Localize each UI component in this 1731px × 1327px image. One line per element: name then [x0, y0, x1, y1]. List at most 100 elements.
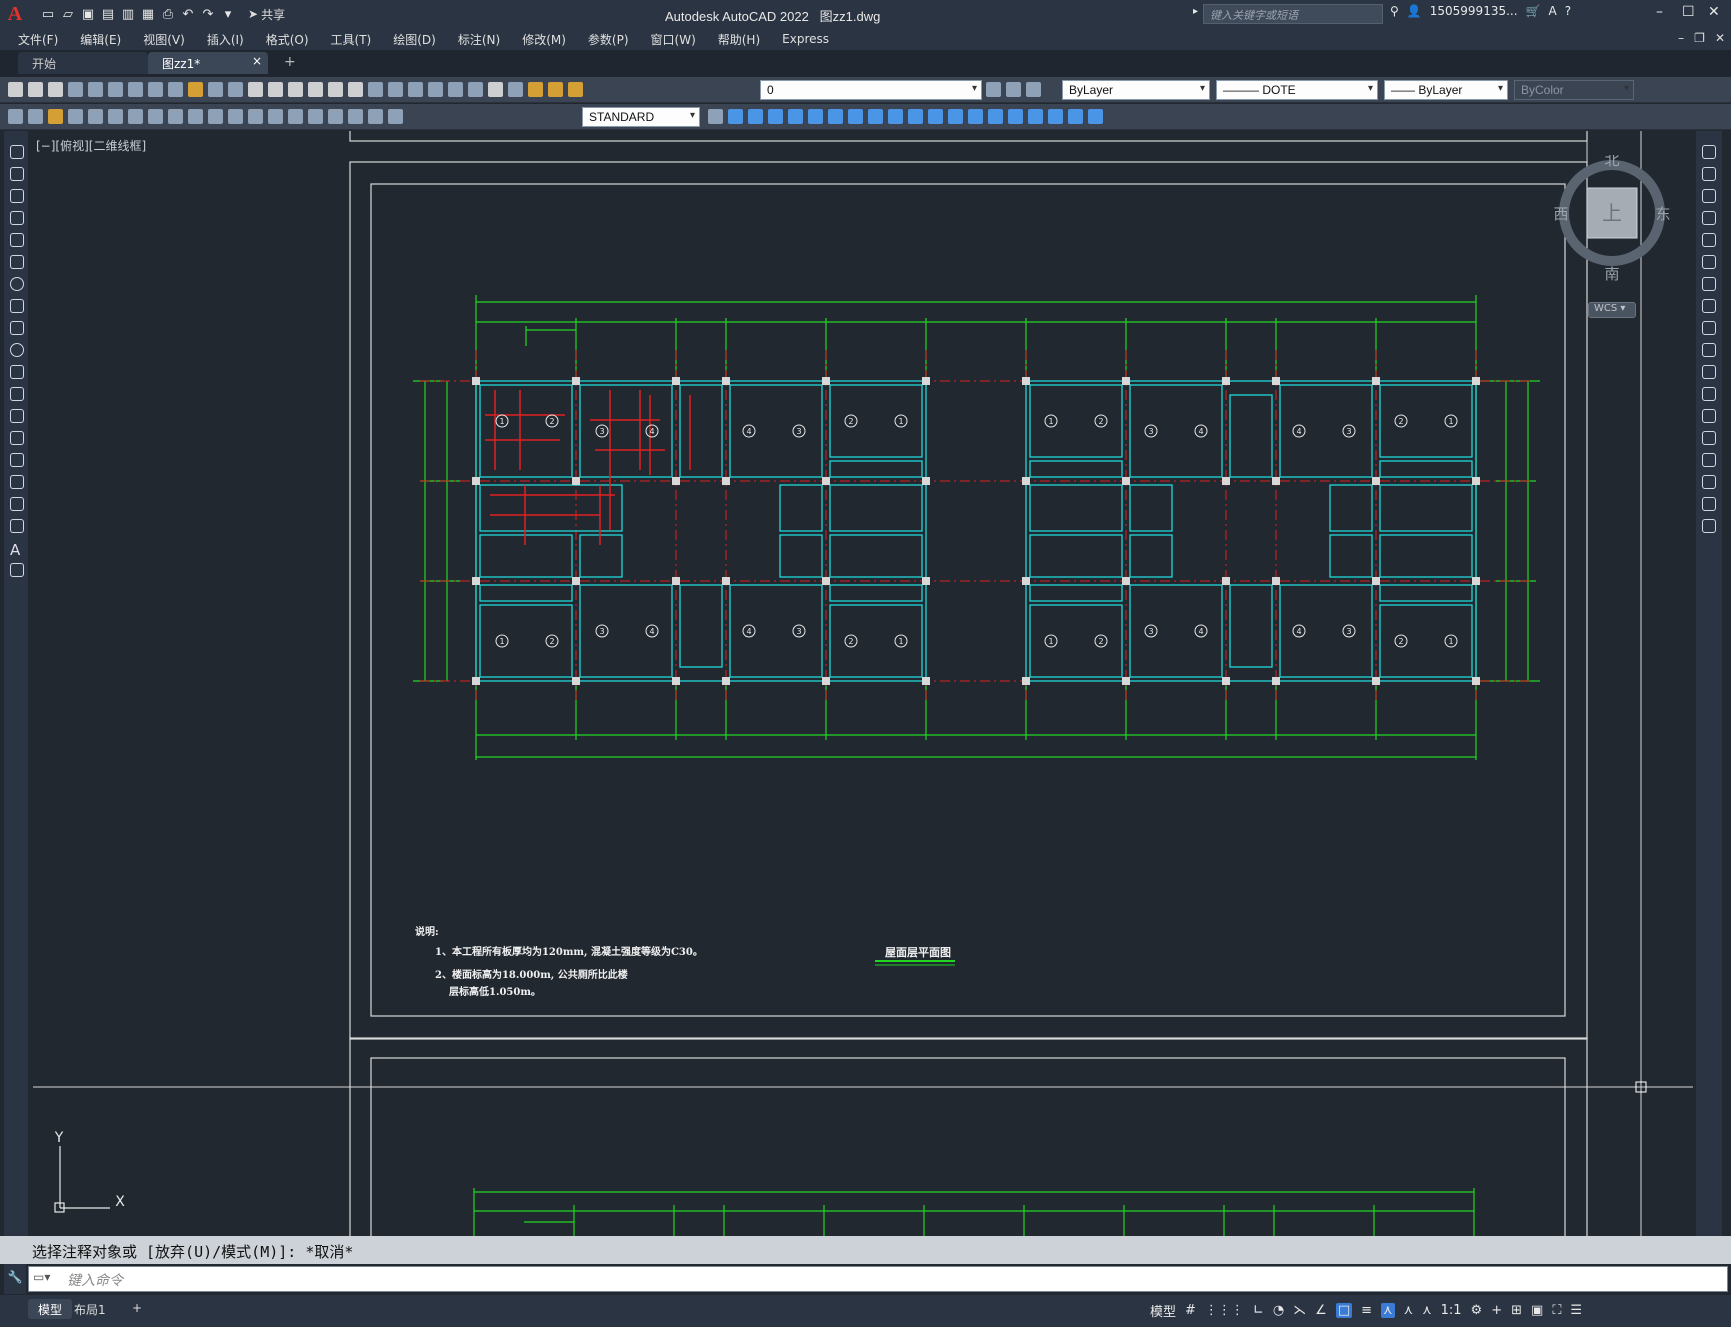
menu-dimension[interactable]: 标注(N): [458, 31, 500, 48]
linetype-dropdown[interactable]: ——— DOTE ▾: [1216, 80, 1378, 100]
blend-icon[interactable]: [1702, 497, 1716, 511]
union-icon[interactable]: [888, 109, 903, 124]
cylinder-icon[interactable]: [1048, 109, 1063, 124]
compass-north[interactable]: 北: [1604, 151, 1619, 169]
zoom-window-icon[interactable]: [328, 82, 343, 97]
publish-tb-icon[interactable]: [108, 82, 123, 97]
extrude-icon[interactable]: [788, 109, 803, 124]
markup-icon[interactable]: [448, 82, 463, 97]
viewport-controls[interactable]: [−][俯视][二维线框]: [36, 137, 146, 154]
dim-ordinate-icon[interactable]: [68, 109, 83, 124]
save-icon[interactable]: ▣: [80, 6, 96, 22]
add-layout-icon[interactable]: +: [122, 1299, 152, 1319]
properties-icon[interactable]: [368, 82, 383, 97]
menu-format[interactable]: 格式(O): [266, 31, 309, 48]
arc-icon[interactable]: [10, 255, 24, 269]
layer-freeze-icon[interactable]: [548, 82, 563, 97]
inspection-icon[interactable]: [308, 109, 323, 124]
tab-layout1[interactable]: 布局1: [64, 1299, 116, 1319]
menu-parametric[interactable]: 参数(P): [588, 31, 629, 48]
fullscreen-icon[interactable]: ⛶: [1552, 1303, 1561, 1318]
dimstyle-dropdown[interactable]: STANDARD ▾: [582, 107, 700, 127]
dim-baseline-icon[interactable]: [188, 109, 203, 124]
layer-previous-icon[interactable]: [1006, 82, 1021, 97]
dim-update-icon[interactable]: [388, 109, 403, 124]
dim-continue-icon[interactable]: [208, 109, 223, 124]
layer-properties-icon[interactable]: [508, 82, 523, 97]
drawing-canvas[interactable]: 1 2 3 4 4 3 2 1 1 2 3 4 4 3 2 1 1 2 3 4 …: [33, 131, 1693, 1236]
copy-icon[interactable]: [168, 82, 183, 97]
color-dropdown[interactable]: ByLayer ▾: [1062, 80, 1210, 100]
zoom-previous-icon[interactable]: [348, 82, 363, 97]
annotation-monitor-icon[interactable]: +: [1491, 1303, 1502, 1318]
user-account[interactable]: 1505999135...: [1430, 4, 1518, 18]
sheet-set-icon[interactable]: [428, 82, 443, 97]
paste-icon[interactable]: [188, 82, 203, 97]
grid-icon[interactable]: #: [1185, 1303, 1196, 1318]
close-icon[interactable]: ✕: [1708, 4, 1720, 20]
presspull-icon[interactable]: [808, 109, 823, 124]
osnap-icon[interactable]: □: [1335, 1303, 1353, 1318]
preview-icon[interactable]: [88, 82, 103, 97]
sweep-icon[interactable]: [828, 109, 843, 124]
annotation-scale-icon[interactable]: ⋏: [1422, 1303, 1432, 1318]
trim-icon[interactable]: [1702, 343, 1716, 357]
annotation-scale-value[interactable]: 1:1: [1441, 1303, 1462, 1318]
quickcalc-icon[interactable]: [468, 82, 483, 97]
hatch-icon[interactable]: [10, 453, 24, 467]
extend-icon[interactable]: [1702, 365, 1716, 379]
add-selected-icon[interactable]: [10, 563, 24, 577]
polar-icon[interactable]: ◔: [1273, 1303, 1284, 1318]
wedge-icon[interactable]: [988, 109, 1003, 124]
point-icon[interactable]: [10, 431, 24, 445]
autocad-logo-icon[interactable]: A: [0, 0, 30, 28]
fillet-icon[interactable]: [1702, 475, 1716, 489]
undo-icon[interactable]: ↶: [180, 6, 196, 22]
dim-arc-icon[interactable]: [48, 109, 63, 124]
dim-linear-icon[interactable]: [8, 109, 23, 124]
box-icon[interactable]: [968, 109, 983, 124]
plot-tb-icon[interactable]: [68, 82, 83, 97]
units-icon[interactable]: ⊞: [1511, 1303, 1522, 1318]
chamfer-icon[interactable]: [1702, 453, 1716, 467]
search-expand-icon[interactable]: ▸: [1193, 6, 1198, 17]
mirror-icon[interactable]: [1702, 189, 1716, 203]
draworder-back-icon[interactable]: [748, 109, 763, 124]
menu-edit[interactable]: 编辑(E): [80, 31, 121, 48]
draworder-front-icon[interactable]: [728, 109, 743, 124]
copy-object-icon[interactable]: [1702, 167, 1716, 181]
revcloud-icon[interactable]: [10, 299, 24, 313]
subtract-icon[interactable]: [908, 109, 923, 124]
offset-icon[interactable]: [1702, 211, 1716, 225]
stretch-icon[interactable]: [1702, 321, 1716, 335]
quick-dim-icon[interactable]: [168, 109, 183, 124]
open-file-icon[interactable]: ▱: [60, 6, 76, 22]
spline-icon[interactable]: [10, 321, 24, 335]
search-icon[interactable]: ⚲: [1390, 4, 1399, 18]
construction-line-icon[interactable]: [10, 167, 24, 181]
menu-tools[interactable]: 工具(T): [331, 31, 372, 48]
dim-diameter-icon[interactable]: [128, 109, 143, 124]
array-icon[interactable]: [1702, 233, 1716, 247]
ortho-icon[interactable]: ∟: [1253, 1303, 1264, 1318]
menu-draw[interactable]: 绘图(D): [393, 31, 436, 48]
make-current-icon[interactable]: [986, 82, 1001, 97]
customize-icon[interactable]: 🔧: [4, 1270, 26, 1284]
scale-icon[interactable]: [1702, 299, 1716, 313]
rotate-icon[interactable]: [1702, 277, 1716, 291]
ellipse-icon[interactable]: [10, 343, 24, 357]
help-search-input[interactable]: 键入关键字或短语: [1203, 4, 1383, 24]
line-icon[interactable]: [10, 145, 24, 159]
compass-south[interactable]: 南: [1604, 265, 1619, 283]
auto-scale-icon[interactable]: ⋏: [1404, 1303, 1414, 1318]
polygon-icon[interactable]: [10, 211, 24, 225]
polysolid-icon[interactable]: [948, 109, 963, 124]
undo-tb-icon[interactable]: [248, 82, 263, 97]
plot-icon[interactable]: ▥: [120, 6, 136, 22]
layer-lock-icon[interactable]: [568, 82, 583, 97]
make-block-icon[interactable]: [10, 409, 24, 423]
insert-block-icon[interactable]: [10, 387, 24, 401]
annotation-visibility-icon[interactable]: ⋏: [1381, 1303, 1395, 1318]
minimize-icon[interactable]: –: [1656, 4, 1663, 20]
draworder-above-icon[interactable]: [768, 109, 783, 124]
